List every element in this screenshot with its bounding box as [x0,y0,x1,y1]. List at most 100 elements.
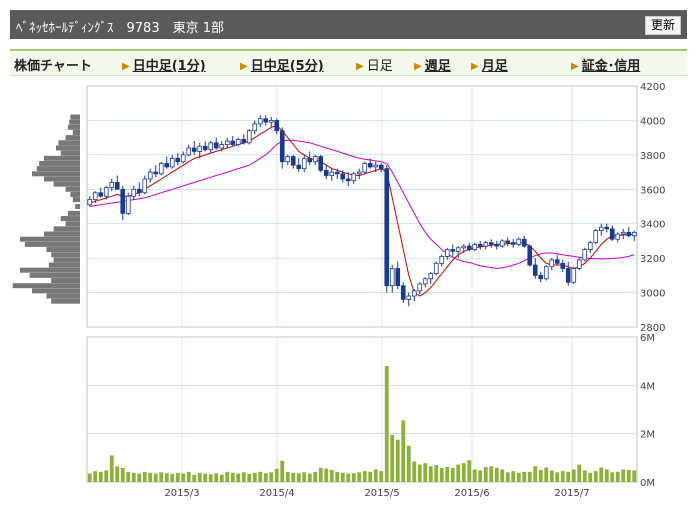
candle-body [241,138,247,144]
candle-body [131,188,137,197]
volume-bar [461,463,466,482]
price-tick-label: 3400 [640,220,665,231]
volume-bar [324,468,329,482]
candle-body [147,171,153,180]
volume-tick-label: 0M [640,478,655,489]
volume-bar [247,474,252,482]
candle-body [598,226,604,232]
price-profile-bar [53,226,80,232]
volume-bar [401,420,406,482]
price-tick-label: 4200 [640,82,665,93]
x-tick-label: 2015/7 [554,488,589,499]
candle-body [169,157,175,168]
volume-bar [610,472,615,482]
price-profile-bar [51,252,80,258]
price-profile-bar [32,288,80,294]
candle-body [488,242,494,245]
volume-bar [593,471,598,482]
volume-bar [604,469,609,482]
volume-bar [329,469,334,482]
volume-bar [153,473,158,482]
price-profile-bar [12,283,80,289]
volume-bar [379,471,384,482]
volume-bar [296,473,301,482]
candle-body [593,230,599,244]
volume-bar [533,466,538,482]
candle-body [571,268,577,283]
volume-bar [335,471,340,482]
price-tick-label: 3000 [640,289,665,300]
volume-bar [423,463,428,482]
candle-body [472,243,478,250]
candle-body [549,259,555,268]
candle-body [439,256,445,264]
volume-bar [368,471,373,482]
volume-bar [186,471,191,482]
price-profile-bar [44,155,80,161]
candle-body [609,228,615,240]
volume-bar [626,469,631,482]
volume-bar [214,473,219,482]
volume-tick-label: 2M [640,430,655,441]
candle-body [532,264,538,276]
candle-body [367,163,373,168]
candle-body [274,120,280,132]
volume-bar [439,467,444,482]
volume-bar [159,472,164,482]
candle-body [164,163,170,168]
price-tick-label: 3800 [640,151,665,162]
candle-body [510,242,516,245]
volume-bar [98,471,103,482]
volume-bar [225,471,230,482]
candle-body [257,118,263,125]
candle-body [499,240,505,247]
candle-body [587,242,593,250]
volume-tick-label: 6M [640,333,655,344]
price-profile-bar [48,262,80,268]
volume-bar [307,473,312,482]
volume-bar [522,471,527,482]
volume-bar [203,473,208,482]
candle-body [450,249,456,252]
price-profile-bar [56,145,80,151]
candle-body [560,262,566,269]
candle-body [400,285,406,300]
volume-bar [362,471,367,482]
candle-body [554,259,560,264]
candle-body [411,290,417,297]
candle-body [263,118,269,123]
volume-bar [346,473,351,482]
volume-bar [230,472,235,482]
volume-bar [104,470,109,482]
candle-body [373,164,379,168]
candle-body [329,171,335,176]
volume-bar [456,464,461,482]
volume-bar [373,469,378,482]
price-profile-bar [24,241,80,247]
price-profile-bar [44,176,80,182]
x-tick-label: 2015/6 [454,488,489,499]
volume-bar [577,464,582,482]
candle-body [620,231,626,235]
price-panel [86,85,638,328]
volume-bar [181,473,186,482]
x-tick-label: 2015/4 [259,488,294,499]
price-profile-bar [39,160,80,166]
volume-bar [472,469,477,482]
volume-bar [164,473,169,482]
price-profile-bar [68,210,80,216]
candle-body [175,157,181,163]
candle-body [428,273,434,280]
candle-body [582,249,588,261]
candle-body [125,195,131,214]
candle-body [246,130,252,144]
volume-bar [109,455,114,482]
candle-body [285,156,291,163]
candle-body [626,231,632,237]
volume-bar [357,472,362,482]
volume-bar [263,473,268,482]
candle-body [565,268,571,283]
candle-body [202,145,208,151]
candle-body [318,156,324,171]
candle-body [444,249,450,257]
